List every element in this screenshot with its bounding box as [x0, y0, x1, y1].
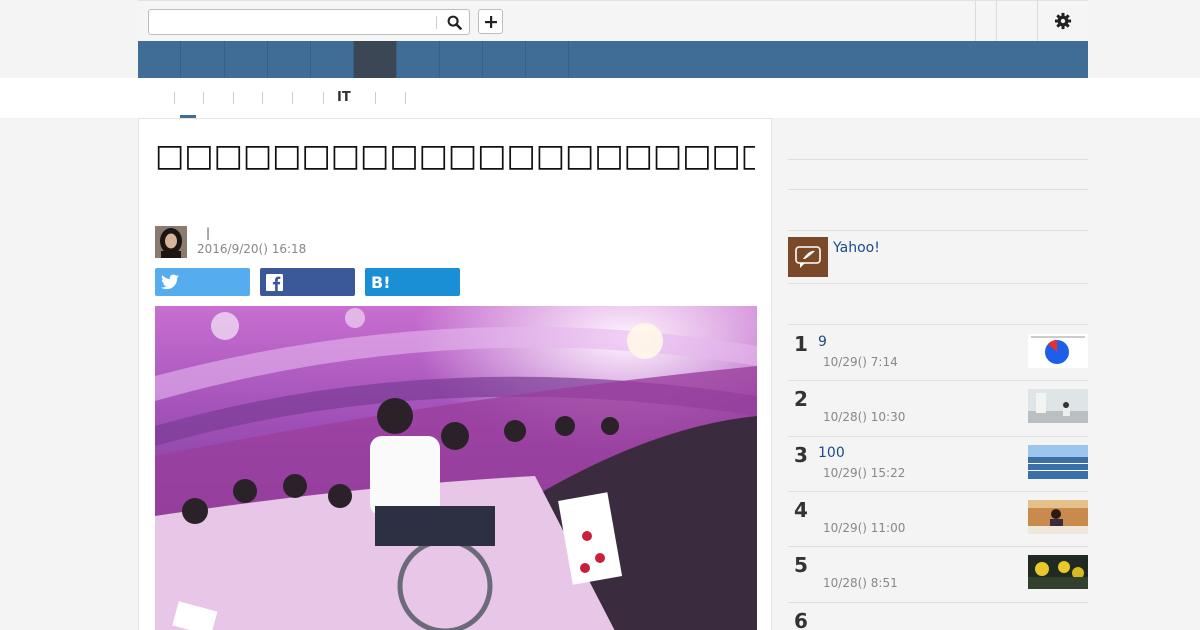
nav-item[interactable]: [181, 41, 225, 78]
ranking-thumbnail[interactable]: [1028, 555, 1088, 589]
sidebar-divider: [788, 159, 1088, 160]
twitter-share-button[interactable]: [155, 268, 250, 296]
ranking-item[interactable]: 1 9 10/29() 7:14: [788, 326, 1088, 381]
subnav-divider: [405, 92, 406, 104]
nav-item[interactable]: [268, 41, 311, 78]
search-divider: [436, 16, 437, 29]
plus-icon: [484, 15, 497, 28]
ranking-time: 10/29() 7:14: [823, 355, 898, 369]
category-subnav: IT: [138, 78, 1088, 118]
sidebar-divider: [788, 324, 1088, 325]
ranking-number: 3: [794, 443, 808, 467]
nav-item[interactable]: [311, 41, 354, 78]
hatena-bookmark-button[interactable]: B!: [365, 268, 460, 296]
nav-item[interactable]: [440, 41, 483, 78]
toolbar-divider: [1037, 1, 1038, 41]
ranking-time: 10/29() 11:00: [823, 521, 906, 535]
ranking-number: 1: [794, 332, 808, 356]
search-button[interactable]: [441, 12, 467, 32]
ranking-time: 10/29() 15:22: [823, 466, 906, 480]
ranking-item[interactable]: 5 10/28() 8:51: [788, 547, 1088, 602]
nav-item-active[interactable]: [354, 41, 397, 78]
subnav-divider: [262, 92, 263, 104]
yahoo-link[interactable]: Yahoo!: [833, 240, 880, 256]
subnav-divider: [174, 92, 175, 104]
author-avatar[interactable]: [155, 226, 187, 258]
subnav-divider: [292, 92, 293, 104]
author-separator: |: [206, 226, 211, 240]
ranking-title[interactable]: 100: [818, 445, 845, 461]
top-bar: [138, 0, 1088, 41]
gear-icon: [1054, 12, 1072, 30]
sidebar-divider: [788, 230, 1088, 231]
article-title: □□□□□□□□□□□□□□□□□□□□□□□□□□□□□□□□□□□□: [155, 138, 755, 174]
ranking-thumbnail[interactable]: [1028, 445, 1088, 479]
sidebar-divider: [788, 189, 1088, 190]
yahoo-news-icon[interactable]: [788, 237, 828, 277]
toolbar-divider: [996, 1, 997, 41]
subnav-divider: [233, 92, 234, 104]
ranking-number: 2: [794, 387, 808, 411]
nav-item[interactable]: [483, 41, 526, 78]
facebook-share-button[interactable]: [260, 268, 355, 296]
add-button[interactable]: [478, 9, 503, 34]
subnav-background: [0, 78, 138, 118]
subnav-divider: [375, 92, 376, 104]
toolbar-divider: [975, 1, 976, 41]
article: □□□□□□□□□□□□□□□□□□□□□□□□□□□□□□□□□□□□ | 2…: [138, 118, 772, 630]
nav-item[interactable]: [397, 41, 440, 78]
main-nav: [138, 41, 1088, 78]
facebook-icon: [266, 273, 283, 291]
ranking-title[interactable]: 9: [818, 334, 827, 350]
ranking-item[interactable]: 3 100 10/29() 15:22: [788, 437, 1088, 492]
ranking-item[interactable]: 6: [788, 603, 1088, 630]
article-photo: [155, 306, 757, 630]
ranking-time: 10/28() 8:51: [823, 576, 898, 590]
nav-item[interactable]: [526, 41, 569, 78]
subnav-divider: [203, 92, 204, 104]
settings-button[interactable]: [1053, 11, 1073, 31]
ranking-number: 6: [794, 609, 808, 630]
sidebar: Yahoo! 1 9 10/29() 7:14 2 10/28() 10:30 …: [788, 118, 1088, 630]
subnav-background: [1088, 78, 1200, 118]
subnav-item-it[interactable]: IT: [337, 90, 351, 105]
hatena-label: B!: [371, 272, 391, 292]
sidebar-divider: [788, 283, 1088, 284]
ranking-time: 10/28() 10:30: [823, 410, 906, 424]
twitter-icon: [161, 274, 179, 290]
publish-date: 2016/9/20() 16:18: [197, 242, 307, 256]
nav-item[interactable]: [225, 41, 268, 78]
ranking-thumbnail[interactable]: [1028, 389, 1088, 423]
magnifier-icon: [447, 15, 462, 30]
ranking-number: 5: [794, 553, 808, 577]
nav-item[interactable]: [138, 41, 181, 78]
subnav-divider: [323, 92, 324, 104]
ranking-number: 4: [794, 498, 808, 522]
search-input[interactable]: [148, 9, 470, 35]
ranking-item[interactable]: 4 10/29() 11:00: [788, 492, 1088, 547]
ranking-thumbnail[interactable]: [1028, 500, 1088, 534]
ranking-item[interactable]: 2 10/28() 10:30: [788, 381, 1088, 436]
ranking-thumbnail[interactable]: [1028, 334, 1088, 368]
